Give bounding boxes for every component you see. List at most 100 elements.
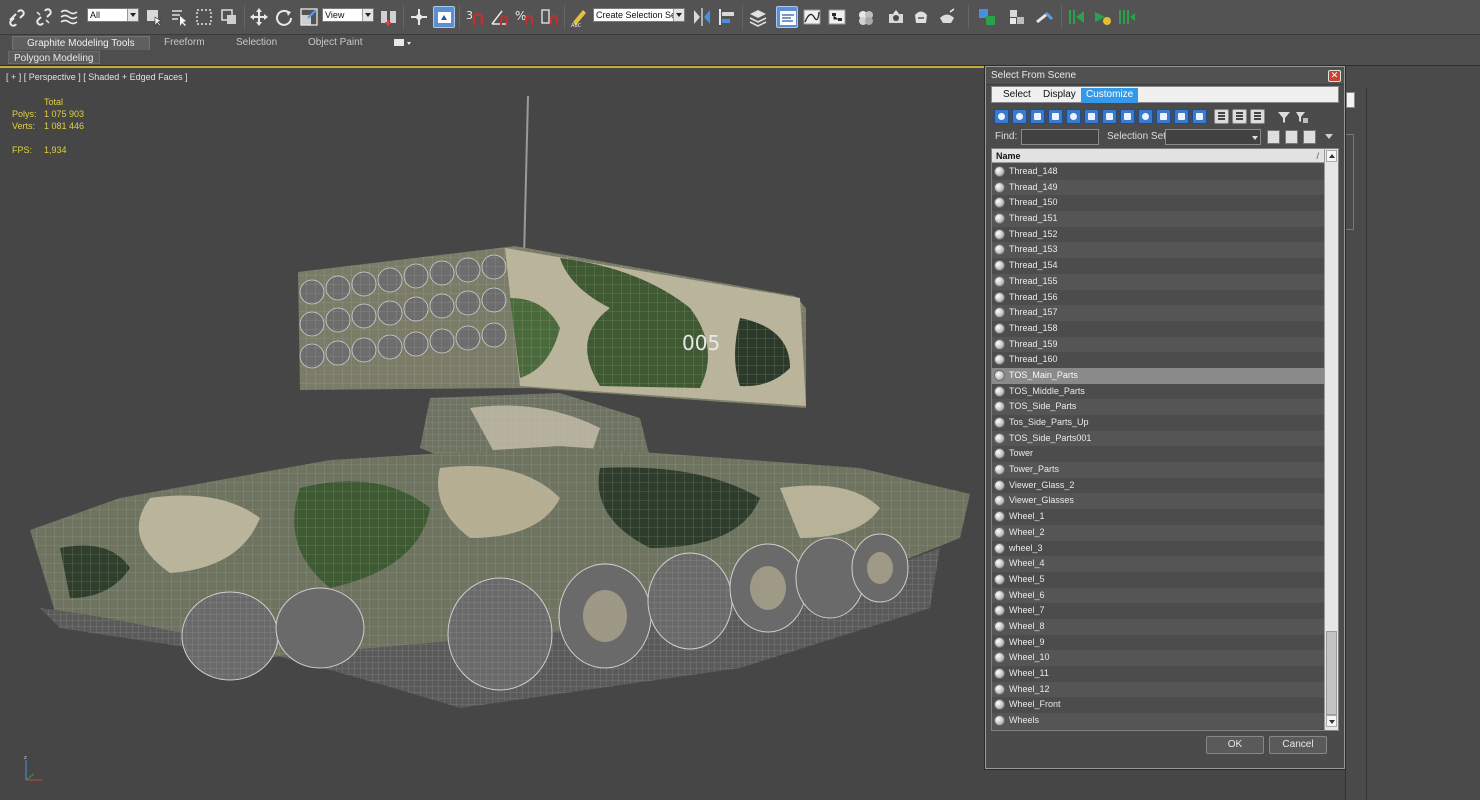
spinner-snap-icon[interactable] (539, 6, 561, 28)
display-spacewarps-icon[interactable] (1084, 109, 1099, 124)
filter-options-icon[interactable] (1295, 110, 1309, 124)
create-selection-set-icon[interactable] (1267, 130, 1280, 144)
mirror-icon[interactable] (691, 6, 713, 28)
move-icon[interactable] (248, 6, 270, 28)
list-item[interactable]: Wheel_4 (992, 556, 1324, 572)
containers-icon[interactable] (1006, 6, 1028, 28)
list-item[interactable]: Thread_148 (992, 164, 1324, 180)
name-column-header[interactable]: Name / (992, 149, 1324, 163)
list-item[interactable]: Tower (992, 446, 1324, 463)
menu-select[interactable]: Select (998, 88, 1036, 103)
viewport-layout-icon[interactable] (976, 6, 998, 28)
pivot-center-icon[interactable] (378, 6, 400, 28)
tab-graphite-modeling-tools[interactable]: Graphite Modeling Tools (12, 36, 150, 50)
tab-object-paint[interactable]: Object Paint (294, 36, 376, 50)
list-item[interactable]: Thread_151 (992, 211, 1324, 227)
selection-filter-dropdown[interactable]: All (87, 8, 139, 22)
display-invert-icon[interactable] (1250, 109, 1265, 124)
tab-freeform[interactable]: Freeform (150, 36, 219, 50)
list-item[interactable]: TOS_Middle_Parts (992, 383, 1324, 400)
list-item[interactable]: Wheel_7 (992, 603, 1324, 619)
scrollbar-thumb[interactable] (1326, 631, 1337, 715)
list-item[interactable]: Thread_156 (992, 289, 1324, 306)
dialog-title-bar[interactable]: Select From Scene ✕ (986, 67, 1344, 85)
link-icon[interactable] (6, 6, 28, 28)
list-item[interactable]: Viewer_Glass_2 (992, 477, 1324, 494)
list-item[interactable]: wheel_3 (992, 540, 1324, 557)
list-item[interactable]: Wheel_9 (992, 634, 1324, 651)
ok-button[interactable]: OK (1206, 736, 1264, 754)
display-containers-icon[interactable] (1156, 109, 1171, 124)
render-setup-icon[interactable] (885, 6, 907, 28)
auto-key-icon[interactable] (1116, 6, 1138, 28)
ribbon-options-icon[interactable] (393, 38, 413, 48)
list-item[interactable]: Thread_160 (992, 352, 1324, 368)
curve-editor-icon[interactable] (801, 6, 823, 28)
scale-icon[interactable] (298, 6, 320, 28)
snaps-toggle-icon[interactable]: 3 (464, 6, 486, 28)
scene-explorer-icon[interactable] (776, 6, 798, 28)
select-object-icon[interactable] (143, 6, 165, 28)
list-item[interactable]: Wheel_11 (992, 666, 1324, 682)
selection-set-dropdown[interactable] (1165, 129, 1261, 145)
material-editor-icon[interactable] (855, 6, 877, 28)
named-selection-set-dropdown[interactable]: Create Selection Se (593, 8, 685, 22)
keyboard-shortcut-override-icon[interactable] (433, 6, 455, 28)
list-item[interactable]: Wheel_1 (992, 509, 1324, 525)
list-item[interactable]: Wheel_2 (992, 524, 1324, 541)
toolbar-overflow-icon[interactable] (1325, 134, 1333, 139)
list-item[interactable]: Thread_149 (992, 179, 1324, 196)
list-item[interactable]: Wheel_6 (992, 587, 1324, 604)
menu-customize[interactable]: Customize (1081, 88, 1139, 103)
unlink-icon[interactable] (32, 6, 54, 28)
display-helpers-icon[interactable] (1066, 109, 1081, 124)
polygon-modeling-panel[interactable]: Polygon Modeling (8, 51, 100, 64)
reference-coordinate-dropdown[interactable]: View (322, 8, 374, 22)
list-item[interactable]: Thread_150 (992, 195, 1324, 212)
add-to-selection-set-icon[interactable] (1285, 130, 1298, 144)
list-item[interactable]: Thread_152 (992, 226, 1324, 243)
percent-snap-icon[interactable]: % (514, 6, 536, 28)
window-crossing-icon[interactable] (218, 6, 240, 28)
list-item[interactable]: Viewer_Glasses (992, 493, 1324, 510)
render-production-icon[interactable] (936, 6, 958, 28)
display-bones-icon[interactable] (1138, 109, 1153, 124)
cancel-button[interactable]: Cancel (1269, 736, 1327, 754)
list-item[interactable]: Wheel_5 (992, 571, 1324, 588)
tools-icon[interactable] (1033, 6, 1055, 28)
menu-display[interactable]: Display (1038, 88, 1081, 103)
set-key-icon[interactable] (1091, 6, 1113, 28)
list-item[interactable]: TOS_Side_Parts001 (992, 430, 1324, 447)
rendered-frame-window-icon[interactable] (910, 6, 932, 28)
list-item[interactable]: Thread_155 (992, 273, 1324, 290)
list-item[interactable]: TOS_Side_Parts (992, 399, 1324, 415)
list-item[interactable]: Thread_158 (992, 320, 1324, 337)
bind-spacewarp-icon[interactable] (58, 6, 80, 28)
animation-key-icon[interactable] (1066, 6, 1088, 28)
list-scrollbar[interactable] (1324, 149, 1338, 730)
list-item[interactable]: Tower_Parts (992, 462, 1324, 478)
list-item[interactable]: Wheel_Front (992, 697, 1324, 714)
tab-selection[interactable]: Selection (222, 36, 291, 50)
angle-snap-icon[interactable] (489, 6, 511, 28)
list-item[interactable]: Wheel_10 (992, 650, 1324, 666)
list-item[interactable]: Tos_Side_Parts_Up (992, 415, 1324, 431)
select-by-name-icon[interactable] (168, 6, 190, 28)
command-panel-scroll-icon[interactable] (1346, 92, 1355, 108)
display-cameras-icon[interactable] (1048, 109, 1063, 124)
rotate-icon[interactable] (273, 6, 295, 28)
display-groups-icon[interactable] (1102, 109, 1117, 124)
select-manipulate-icon[interactable] (408, 6, 430, 28)
display-shapes-icon[interactable] (1012, 109, 1027, 124)
edit-named-selection-icon[interactable]: ABC (568, 6, 590, 28)
list-item[interactable]: Wheel_12 (992, 681, 1324, 698)
layer-manager-icon[interactable] (747, 6, 769, 28)
display-geometry-icon[interactable] (994, 109, 1009, 124)
scroll-up-icon[interactable] (1326, 150, 1337, 162)
list-item[interactable]: Thread_154 (992, 258, 1324, 274)
list-item[interactable]: Thread_159 (992, 336, 1324, 353)
display-lights-icon[interactable] (1030, 109, 1045, 124)
list-item[interactable]: Wheels (992, 713, 1324, 729)
display-hidden-icon[interactable] (1192, 109, 1207, 124)
display-none-icon[interactable] (1232, 109, 1247, 124)
